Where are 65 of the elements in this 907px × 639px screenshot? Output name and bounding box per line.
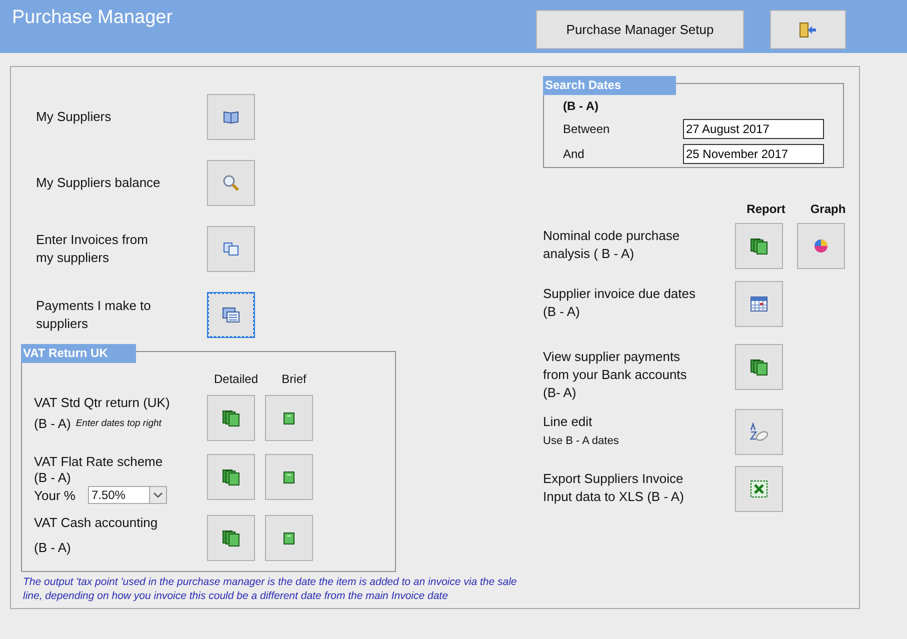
report-icon [283, 470, 295, 484]
date-field[interactable]: 25 November 2017 [683, 144, 824, 164]
rate-label: Your % [34, 488, 76, 502]
report-stack-icon [222, 529, 240, 547]
menu-label: My Suppliers [36, 108, 112, 126]
footnote-text: The output 'tax point 'used in the purchase manager is the date the item is added to an invoice via the sale line, depending on how you invoice this could be a different date from the main Invoice date [23, 575, 518, 603]
vat-label: VAT Std Qtr return (UK) [34, 395, 171, 410]
column-header: Brief [280, 372, 308, 388]
report-button[interactable] [207, 395, 255, 441]
documents-icon [223, 242, 239, 256]
exit-door-icon [799, 22, 817, 38]
date-label: Between [563, 122, 611, 136]
menu-label: My Suppliers balance [36, 174, 162, 192]
graph-button[interactable] [797, 223, 845, 269]
report-label: View supplier payments from your Bank accounts (B- A) [543, 348, 688, 402]
vat-label: VAT Cash accounting [34, 515, 159, 530]
range-label: (B - A) [34, 540, 71, 555]
hint-text: Enter dates top right [76, 418, 162, 429]
app-title: Purchase Manager [12, 7, 174, 29]
menu-button[interactable] [207, 226, 255, 272]
setup-button[interactable]: Purchase Manager Setup [536, 10, 744, 49]
report-button[interactable] [207, 515, 255, 561]
report-label: Line edit [543, 413, 594, 431]
menu-button[interactable] [207, 94, 255, 140]
report-icon [283, 532, 295, 544]
report-stack-icon [222, 468, 240, 486]
menu-button[interactable] [207, 160, 255, 206]
vat-label: VAT Flat Rate scheme [34, 454, 164, 469]
report-label: Export Suppliers Invoice Input data to XLS (B - A) [543, 470, 685, 506]
exit-button[interactable] [770, 10, 846, 49]
report-stack-icon [222, 409, 240, 427]
report-stack-icon [750, 237, 768, 255]
column-header: Graph [809, 202, 847, 218]
forms-icon [222, 307, 240, 323]
column-header: Report [746, 202, 786, 218]
report-button[interactable] [735, 281, 783, 327]
group-title: VAT Return UK [21, 344, 136, 363]
calendar-icon [750, 296, 768, 312]
report-icon [283, 412, 295, 424]
book-icon [223, 110, 239, 124]
report-button[interactable] [735, 344, 783, 390]
date-label: And [563, 147, 586, 162]
hint-text: Use B - A dates [543, 435, 620, 447]
report-button[interactable] [735, 409, 783, 455]
eraser-icon [749, 422, 769, 442]
range-label: (B - A) [34, 416, 71, 431]
date-field[interactable]: 27 August 2017 [683, 118, 824, 139]
report-button[interactable] [735, 223, 783, 269]
chevron-down-icon [153, 492, 164, 498]
rate-dropdown[interactable]: 7.50% [88, 486, 168, 504]
report-label: Supplier invoice due dates (B - A) [543, 285, 696, 321]
search-icon [222, 174, 240, 192]
menu-label: Enter Invoices from my suppliers [36, 231, 149, 267]
menu-button[interactable] [207, 292, 255, 338]
report-stack-icon [750, 358, 768, 376]
range-label: (B - A) [34, 470, 71, 485]
column-header: Detailed [212, 372, 260, 388]
range-label: (B - A) [563, 99, 600, 115]
spreadsheet-icon [750, 480, 768, 498]
report-button[interactable] [207, 454, 255, 500]
pie-chart-icon [813, 238, 829, 254]
report-label: Nominal code purchase analysis ( B - A) [543, 227, 681, 263]
menu-label: Payments I make to suppliers [36, 297, 152, 333]
report-button[interactable] [735, 466, 783, 512]
group-title: Search Dates [543, 76, 676, 95]
